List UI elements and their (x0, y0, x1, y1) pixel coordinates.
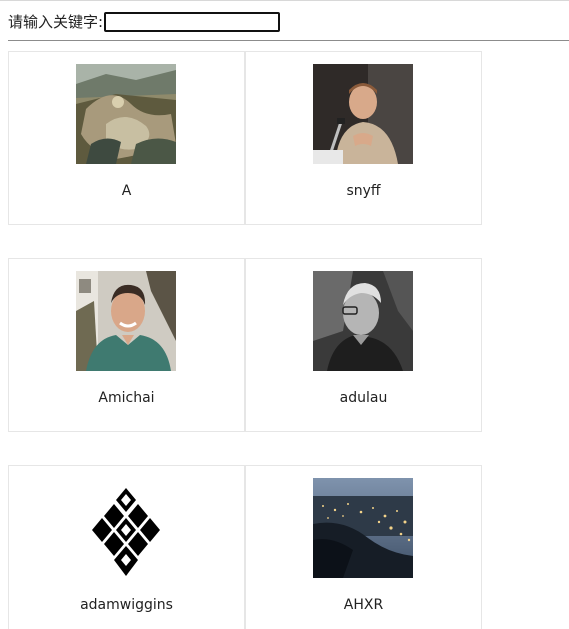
painting-avatar-icon (76, 64, 176, 164)
user-card[interactable]: snyff (245, 51, 482, 225)
search-label: 请输入关键字: (8, 13, 104, 31)
user-card[interactable]: adamwiggins (8, 465, 245, 629)
user-name: Amichai (98, 390, 155, 406)
user-card[interactable]: A (8, 51, 245, 225)
user-name: A (121, 183, 132, 199)
search-input[interactable] (104, 12, 281, 32)
user-name: snyff (346, 183, 381, 199)
user-card[interactable]: Amichai (8, 258, 245, 432)
user-name: AHXR (343, 597, 384, 613)
user-search-page: 请输入关键字: A snyff Amichai adulau adamwiggi… (0, 0, 569, 629)
smiling-man-photo-avatar-icon (76, 271, 176, 371)
divider (8, 40, 569, 41)
night-city-photo-avatar-icon (313, 478, 413, 578)
user-card[interactable]: AHXR (245, 465, 482, 629)
black-diamond-logo-avatar-icon (76, 478, 176, 578)
user-card[interactable]: adulau (245, 258, 482, 432)
speaker-photo-avatar-icon (313, 64, 413, 164)
user-name: adamwiggins (80, 597, 173, 613)
user-name: adulau (339, 390, 388, 406)
search-bar: 请输入关键字: (8, 10, 281, 34)
grayscale-man-photo-avatar-icon (313, 271, 413, 371)
